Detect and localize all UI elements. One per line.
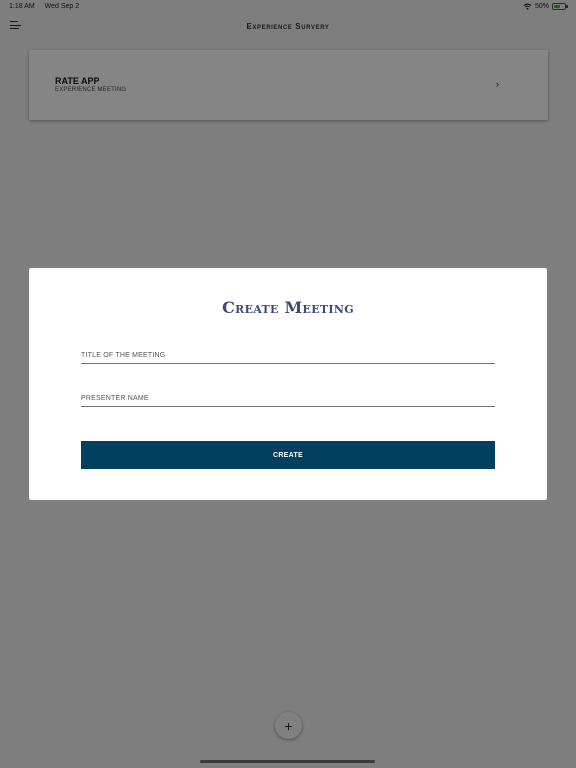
plus-icon: + [284, 717, 293, 734]
meeting-title-field [81, 344, 495, 365]
create-meeting-dialog: Create Meeting CREATE [29, 268, 547, 500]
create-button[interactable]: CREATE [81, 441, 495, 469]
meeting-title-input[interactable] [81, 346, 495, 365]
add-meeting-button[interactable]: + [275, 712, 302, 739]
home-indicator [200, 760, 375, 763]
presenter-name-input[interactable] [81, 389, 495, 408]
presenter-name-field [81, 387, 495, 408]
dialog-title: Create Meeting [222, 298, 354, 317]
